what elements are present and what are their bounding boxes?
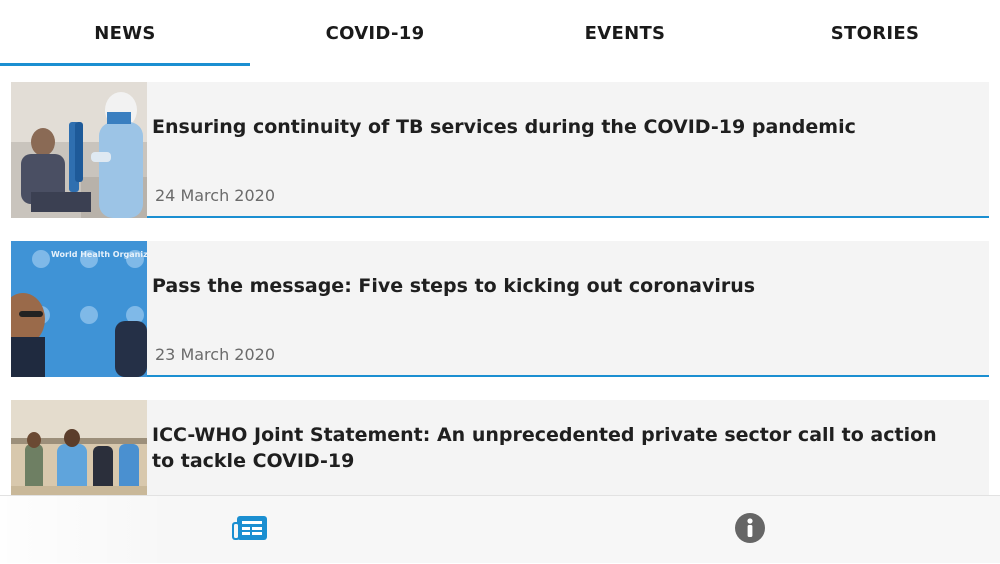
- tab-events[interactable]: EVENTS: [500, 0, 750, 66]
- bottom-nav-news[interactable]: [0, 496, 500, 564]
- news-title: Ensuring continuity of TB services durin…: [152, 116, 856, 138]
- news-list-icon: [231, 514, 269, 546]
- top-tab-bar: NEWS COVID-19 EVENTS STORIES: [0, 0, 1000, 66]
- info-icon: [734, 512, 766, 548]
- bottom-nav-info[interactable]: [500, 496, 1000, 564]
- news-date: 24 March 2020: [155, 186, 276, 205]
- news-thumbnail-image: World Health Organization: [11, 241, 147, 377]
- news-date: 23 March 2020: [155, 345, 276, 364]
- tab-news[interactable]: NEWS: [0, 0, 250, 66]
- news-card[interactable]: Ensuring continuity of TB services durin…: [11, 82, 989, 218]
- news-thumbnail-image: [11, 82, 147, 218]
- news-title: Pass the message: Five steps to kicking …: [152, 275, 756, 297]
- news-thumbnail: World Health Organization: [11, 241, 147, 377]
- thumb-watermark-text: World Health Organization: [51, 250, 147, 259]
- news-card[interactable]: World Health Organization Pass the messa…: [11, 241, 989, 377]
- tab-covid-19[interactable]: COVID-19: [250, 0, 500, 66]
- news-title: ICC-WHO Joint Statement: An unprecedente…: [152, 424, 937, 472]
- news-thumbnail: [11, 82, 147, 218]
- bottom-navigation: [0, 495, 1000, 564]
- tab-stories[interactable]: STORIES: [750, 0, 1000, 66]
